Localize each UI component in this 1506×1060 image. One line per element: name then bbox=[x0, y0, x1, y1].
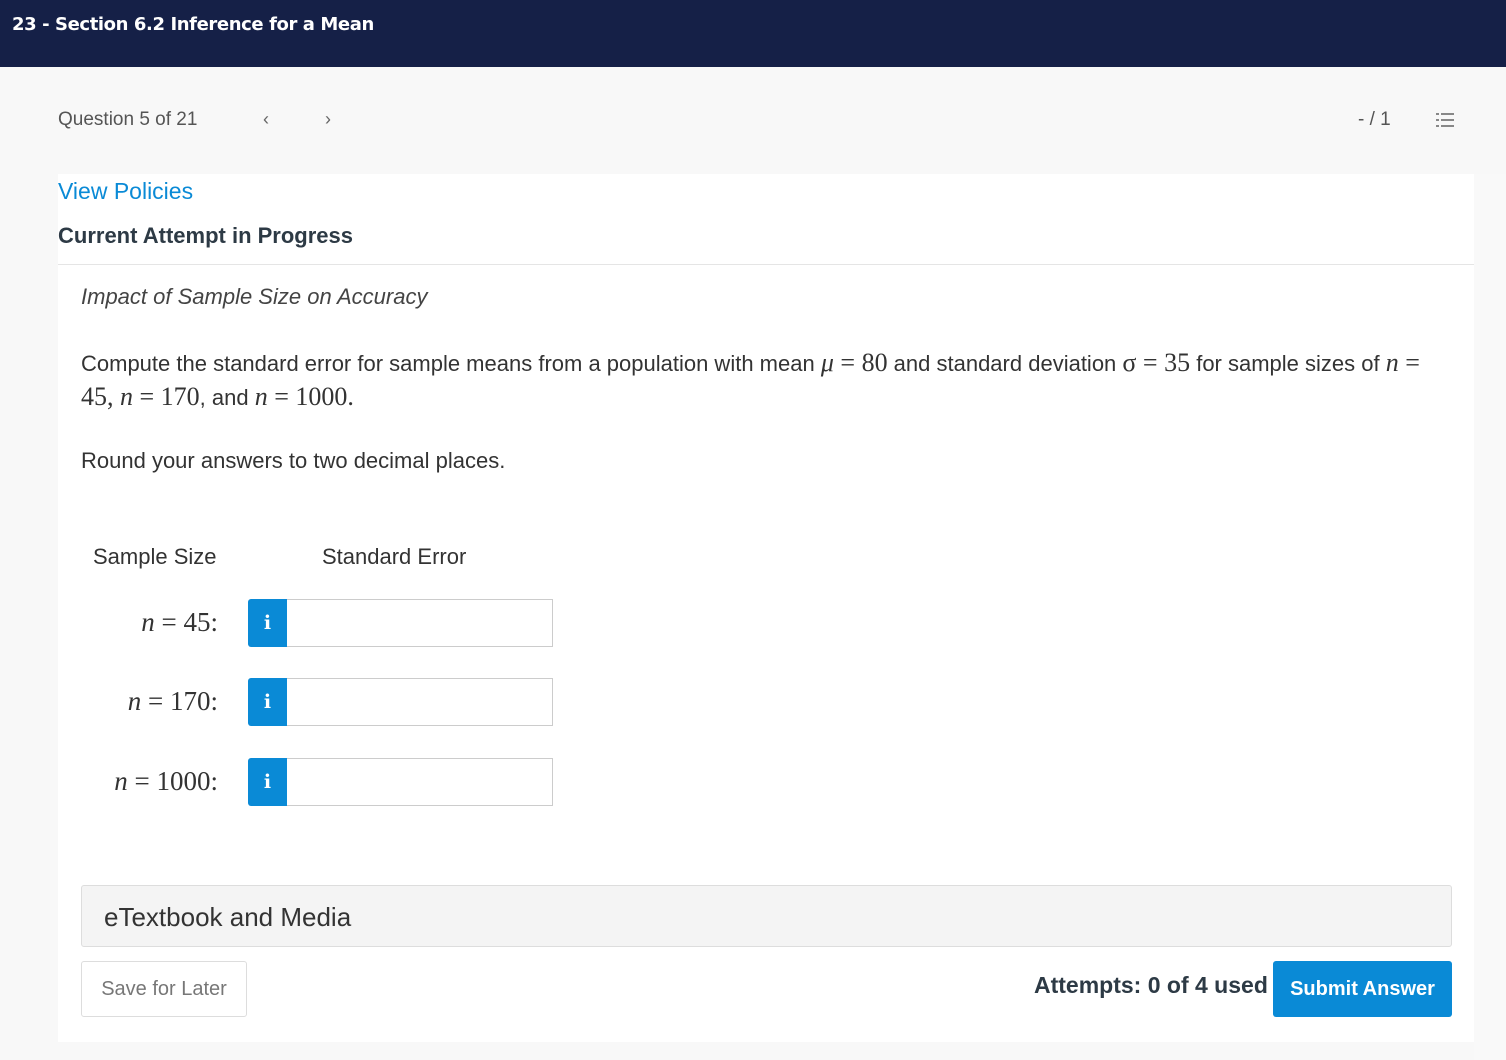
right-gutter bbox=[1474, 174, 1506, 1060]
view-policies-link[interactable]: View Policies bbox=[58, 178, 193, 205]
column-header-sample-size: Sample Size bbox=[93, 544, 217, 569]
prompt-text: for sample sizes of bbox=[1190, 351, 1386, 376]
math-n3: n = 1000. bbox=[254, 382, 354, 411]
top-bar: 23 - Section 6.2 Inference for a Mean bbox=[0, 0, 1506, 67]
question-card: View Policies Current Attempt in Progres… bbox=[58, 174, 1474, 1042]
info-icon[interactable]: i bbox=[248, 599, 287, 647]
etextbook-media-panel[interactable]: eTextbook and Media bbox=[81, 885, 1452, 947]
attempt-status-heading: Current Attempt in Progress bbox=[58, 223, 354, 248]
math-sigma: σ = 35 bbox=[1122, 348, 1191, 377]
etextbook-media-label: eTextbook and Media bbox=[104, 902, 352, 932]
sample-size-label: n = 170: bbox=[127, 686, 218, 716]
question-subtitle: Impact of Sample Size on Accuracy bbox=[81, 284, 428, 309]
standard-error-input-n45[interactable] bbox=[287, 599, 553, 647]
chevron-left-icon[interactable]: ‹ bbox=[256, 109, 276, 130]
divider bbox=[58, 264, 1474, 265]
question-score: - / 1 bbox=[1358, 109, 1391, 130]
attempts-counter: Attempts: 0 of 4 used bbox=[1034, 972, 1268, 998]
sample-size-label: n = 45: bbox=[141, 607, 218, 637]
info-icon[interactable]: i bbox=[248, 678, 287, 726]
prompt-text: , and bbox=[199, 385, 255, 410]
info-icon[interactable]: i bbox=[248, 758, 287, 806]
prompt-text: Compute the standard error for sample me… bbox=[81, 351, 821, 376]
standard-error-input-n170[interactable] bbox=[287, 678, 553, 726]
chevron-right-icon[interactable]: › bbox=[318, 109, 338, 130]
question-navigation: Question 5 of 21 ‹ › - / 1 bbox=[0, 67, 1506, 174]
assignment-title: 23 - Section 6.2 Inference for a Mean bbox=[12, 14, 374, 35]
sample-size-label: n = 1000: bbox=[114, 766, 218, 796]
save-for-later-button[interactable]: Save for Later bbox=[81, 961, 247, 1017]
question-counter: Question 5 of 21 bbox=[58, 109, 198, 130]
standard-error-input-n1000[interactable] bbox=[287, 758, 553, 806]
submit-answer-button[interactable]: Submit Answer bbox=[1273, 961, 1452, 1017]
numbered-list-icon[interactable] bbox=[1436, 112, 1454, 128]
rounding-instruction: Round your answers to two decimal places… bbox=[81, 448, 506, 473]
column-header-standard-error: Standard Error bbox=[322, 544, 467, 569]
prompt-text: and standard deviation bbox=[887, 351, 1123, 376]
math-mu: μ = 80 bbox=[820, 348, 888, 377]
question-prompt: Compute the standard error for sample me… bbox=[81, 346, 1431, 414]
